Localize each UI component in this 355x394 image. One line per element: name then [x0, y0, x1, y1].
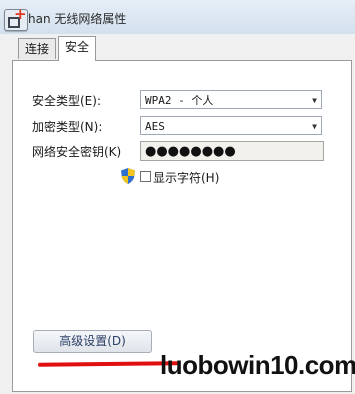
network-key-input[interactable]: ●●●●●●●● — [140, 141, 324, 161]
window-title: han 无线网络属性 — [28, 12, 127, 26]
encryption-type-label: 加密类型(N): — [32, 120, 103, 134]
chevron-down-icon: ▼ — [312, 122, 317, 131]
tab-security[interactable]: 安全 — [58, 36, 97, 61]
uac-shield-icon — [121, 168, 135, 184]
watermark-text: luobowin10.com — [160, 350, 355, 380]
chevron-down-icon: ▼ — [312, 96, 317, 105]
show-characters-label: 显示字符(H) — [153, 171, 220, 185]
tab-connection[interactable]: 连接 — [18, 38, 57, 59]
network-key-label: 网络安全密钥(K) — [32, 145, 122, 159]
security-type-value: WPA2 - 个人 — [145, 94, 214, 107]
window-app-icon: + — [4, 7, 28, 31]
security-type-select[interactable]: WPA2 - 个人 ▼ — [140, 90, 322, 109]
encryption-type-select[interactable]: AES ▼ — [140, 116, 322, 135]
security-type-label: 安全类型(E): — [32, 94, 101, 108]
advanced-settings-button[interactable]: 高级设置(D) — [33, 330, 152, 353]
window-titlebar: + han 无线网络属性 — [0, 0, 355, 34]
network-key-value: ●●●●●●●● — [145, 144, 236, 159]
tab-strip: 连接 安全 — [12, 36, 352, 61]
show-characters-checkbox[interactable] — [140, 171, 151, 182]
encryption-type-value: AES — [145, 120, 165, 133]
